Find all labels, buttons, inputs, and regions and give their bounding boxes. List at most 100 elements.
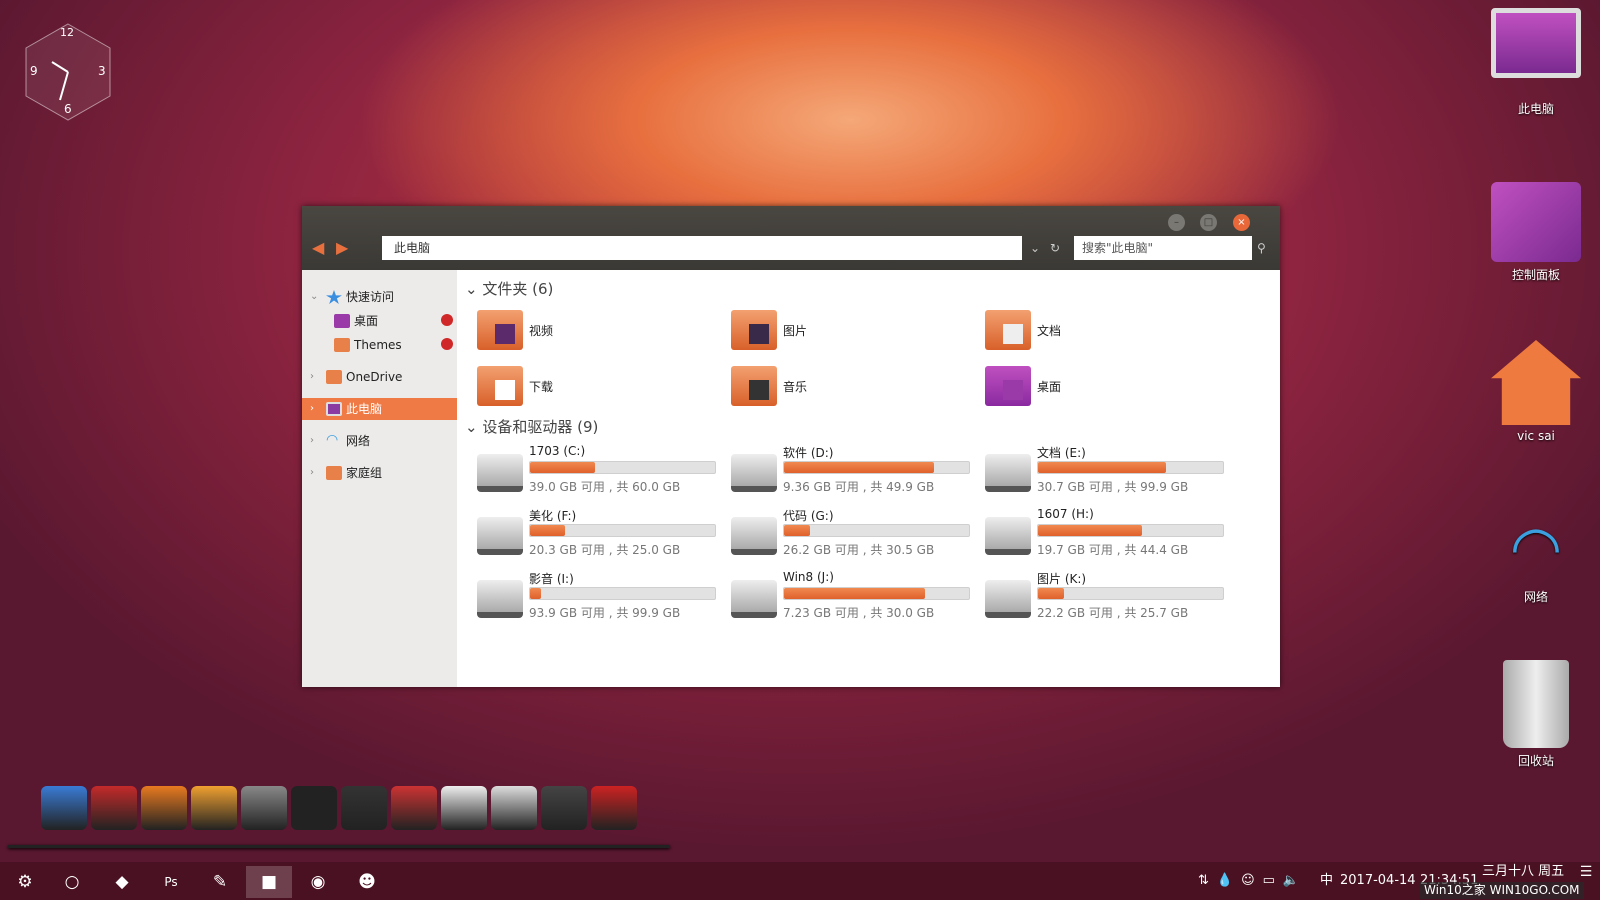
document-folder-icon xyxy=(985,310,1031,350)
desktop-icon-this-pc[interactable]: 此电脑 xyxy=(1481,8,1591,117)
feather-app-icon[interactable]: ✎ xyxy=(197,866,243,898)
avatar-app-icon[interactable]: ☻ xyxy=(344,866,390,898)
desktop-icon-network[interactable]: ◠ 网络 xyxy=(1481,512,1591,605)
nav-quick-access[interactable]: ⌄ 快速访问 xyxy=(302,286,457,308)
pin-icon[interactable] xyxy=(441,314,453,326)
drive-usage-bar xyxy=(783,587,970,600)
chrome-icon[interactable]: ◉ xyxy=(295,866,341,898)
download-folder-icon xyxy=(477,366,523,406)
label: Themes xyxy=(354,338,402,352)
label: 网络 xyxy=(346,434,371,448)
start-icon[interactable]: ⚙ xyxy=(2,866,48,898)
action-center-icon[interactable]: ☰ xyxy=(1572,862,1600,882)
folders-section-header[interactable]: ⌄ 文件夹 (6) xyxy=(465,278,553,299)
monitor-icon xyxy=(1491,8,1581,78)
hard-drive-icon xyxy=(477,580,523,618)
desktop-icon-recycle-bin[interactable]: 回收站 xyxy=(1481,660,1591,769)
nav-desktop[interactable]: 桌面 xyxy=(302,310,457,332)
drive-item[interactable]: 影音 (I:) 93.9 GB 可用 , 共 99.9 GB xyxy=(477,570,717,622)
nav-this-pc[interactable]: › 此电脑 xyxy=(302,398,457,420)
cortana-icon[interactable]: ○ xyxy=(49,866,95,898)
dock-notes-icon[interactable] xyxy=(441,786,487,830)
drive-space-text: 19.7 GB 可用 , 共 44.4 GB xyxy=(1037,543,1189,557)
drive-usage-bar xyxy=(1037,524,1224,537)
folder-item[interactable]: 桌面 xyxy=(985,364,1225,410)
nav-homegroup[interactable]: › 家庭组 xyxy=(302,462,457,484)
drive-name: 软件 (D:) xyxy=(783,446,834,460)
desktop-folder-icon xyxy=(334,314,350,328)
dock-system-monitor-icon[interactable] xyxy=(341,786,387,830)
folder-item[interactable]: 图片 xyxy=(731,308,971,354)
dock-firefox-icon[interactable] xyxy=(141,786,187,830)
desktop-clock-widget: 12 3 6 9 xyxy=(22,22,114,122)
forward-button[interactable]: ▶ xyxy=(336,238,348,257)
nav-themes[interactable]: Themes xyxy=(302,334,457,356)
explorer-taskbar-icon[interactable]: ■ xyxy=(246,866,292,898)
drive-item[interactable]: Win8 (J:) 7.23 GB 可用 , 共 30.0 GB xyxy=(731,570,971,622)
folder-label: 音乐 xyxy=(783,380,808,394)
label: 此电脑 xyxy=(1517,102,1554,116)
desktop-icon-control-panel[interactable]: 控制面板 xyxy=(1481,182,1591,283)
drives-section-header[interactable]: ⌄ 设备和驱动器 (9) xyxy=(465,416,598,437)
dock-shelf xyxy=(8,845,670,848)
drive-item[interactable]: 文档 (E:) 30.7 GB 可用 , 共 99.9 GB xyxy=(985,444,1225,496)
lunar-text: 三月十八 周五 xyxy=(1482,864,1565,879)
tray-icons[interactable]: ⇅💧☺▭🔈 xyxy=(1198,862,1318,900)
clock-12: 12 xyxy=(60,26,74,39)
search-icon[interactable]: ⚲ xyxy=(1257,236,1266,260)
music-folder-icon xyxy=(731,366,777,406)
desktop-icon-home[interactable]: vic sai xyxy=(1481,340,1591,443)
folder-icon xyxy=(334,338,350,352)
dock-camera-icon[interactable] xyxy=(541,786,587,830)
hard-drive-icon xyxy=(731,454,777,492)
dock-calculator-icon[interactable] xyxy=(491,786,537,830)
file-explorer-window: – □ × ◀ ▶ 此电脑 ⌄ ↻ 搜索"此电脑" ⚲ ⌄ 快速访问 桌面 The… xyxy=(302,206,1280,687)
hard-drive-icon xyxy=(731,580,777,618)
clock-6: 6 xyxy=(64,102,72,116)
drive-usage-fill xyxy=(530,462,595,473)
nav-network[interactable]: › ◠ 网络 xyxy=(302,430,457,452)
refresh-icon[interactable]: ↻ xyxy=(1050,236,1060,260)
photoshop-icon[interactable]: Ps xyxy=(148,866,194,898)
dock-fox-app-icon[interactable] xyxy=(241,786,287,830)
drive-space-text: 26.2 GB 可用 , 共 30.5 GB xyxy=(783,543,935,557)
drive-usage-fill xyxy=(784,462,934,473)
dock-computer-icon[interactable] xyxy=(41,786,87,830)
ime-indicator[interactable]: 中 xyxy=(1320,862,1333,900)
address-bar[interactable]: 此电脑 xyxy=(382,236,1022,260)
folder-item[interactable]: 音乐 xyxy=(731,364,971,410)
pin-icon[interactable] xyxy=(441,338,453,350)
maximize-button[interactable]: □ xyxy=(1200,214,1217,231)
drive-usage-bar xyxy=(1037,461,1224,474)
film-folder-icon xyxy=(477,310,523,350)
drive-item[interactable]: 代码 (G:) 26.2 GB 可用 , 共 30.5 GB xyxy=(731,507,971,559)
dock-play-icon[interactable] xyxy=(291,786,337,830)
label: OneDrive xyxy=(346,370,403,384)
dock-media-player-icon[interactable] xyxy=(191,786,237,830)
folder-label: 下载 xyxy=(529,380,554,394)
nav-onedrive[interactable]: › OneDrive xyxy=(302,366,457,388)
dock-trash-icon[interactable] xyxy=(591,786,637,830)
drive-item[interactable]: 软件 (D:) 9.36 GB 可用 , 共 49.9 GB xyxy=(731,444,971,496)
drive-item[interactable]: 图片 (K:) 22.2 GB 可用 , 共 25.7 GB xyxy=(985,570,1225,622)
trash-icon xyxy=(1503,660,1569,748)
dock-settings-icon[interactable] xyxy=(91,786,137,830)
drive-item[interactable]: 1607 (H:) 19.7 GB 可用 , 共 44.4 GB xyxy=(985,507,1225,559)
fox-app-icon[interactable]: ◆ xyxy=(99,866,145,898)
close-button[interactable]: × xyxy=(1233,214,1250,231)
drive-item[interactable]: 美化 (F:) 20.3 GB 可用 , 共 25.0 GB xyxy=(477,507,717,559)
search-input[interactable]: 搜索"此电脑" xyxy=(1074,236,1252,260)
folder-item[interactable]: 视频 xyxy=(477,308,717,354)
chevron-right-icon: › xyxy=(310,371,314,382)
drive-name: Win8 (J:) xyxy=(783,570,834,584)
star-icon xyxy=(326,290,342,304)
hard-drive-icon xyxy=(985,580,1031,618)
back-button[interactable]: ◀ xyxy=(312,238,324,257)
folder-item[interactable]: 文档 xyxy=(985,308,1225,354)
dock-total-commander-icon[interactable] xyxy=(391,786,437,830)
folder-label: 图片 xyxy=(783,324,808,338)
drive-item[interactable]: 1703 (C:) 39.0 GB 可用 , 共 60.0 GB xyxy=(477,444,717,496)
address-dropdown-icon[interactable]: ⌄ xyxy=(1030,236,1040,260)
folder-item[interactable]: 下载 xyxy=(477,364,717,410)
minimize-button[interactable]: – xyxy=(1168,214,1185,231)
